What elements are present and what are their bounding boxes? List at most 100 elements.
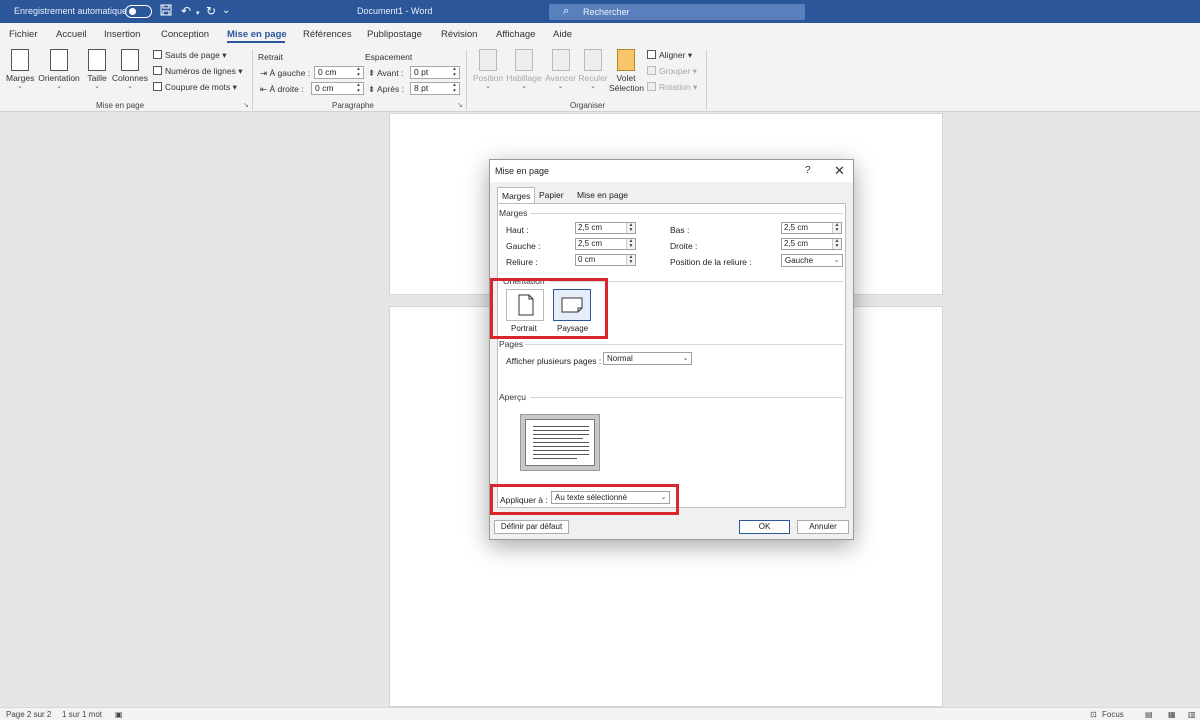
chevron-down-icon: ⌄ — [485, 83, 491, 90]
spinner-arrows-icon[interactable]: ▲ ▼ — [354, 66, 363, 78]
align-icon — [647, 50, 656, 59]
tab-accueil[interactable]: Accueil — [56, 29, 87, 40]
group-label-paragraphe: Paragraphe — [332, 101, 374, 110]
save-icon[interactable] — [160, 4, 172, 19]
avancer-button[interactable]: Avancer ⌄ — [544, 49, 577, 90]
dialog-launcher-icon[interactable]: ↘ — [457, 101, 463, 109]
marges-button[interactable]: Marges ⌄ — [6, 49, 34, 90]
habillage-button[interactable]: Habillage ⌄ — [506, 49, 542, 90]
undo-dropdown-icon[interactable]: ▾ — [196, 7, 200, 21]
chevron-down-icon: ⌄ — [833, 257, 840, 264]
retrait-gauche-text: À gauche : — [269, 68, 311, 78]
chevron-down-icon: ▾ — [238, 66, 243, 76]
spinner-arrows-icon[interactable]: ▲ ▼ — [832, 223, 841, 233]
gauche-input[interactable]: 2,5 cm ▲ ▼ — [575, 238, 636, 250]
dialog-tab-marges[interactable]: Marges — [497, 187, 536, 204]
spinner-arrows-icon[interactable]: ▲ ▼ — [354, 82, 363, 94]
print-layout-icon[interactable]: ▦ — [1168, 710, 1176, 719]
aligner-button[interactable]: Aligner ▾ — [647, 50, 692, 61]
spinner-arrows-icon[interactable]: ▲ ▼ — [626, 223, 635, 233]
page-count[interactable]: Page 2 sur 2 — [6, 710, 51, 719]
tab-conception[interactable]: Conception — [161, 29, 209, 40]
search-box[interactable]: ⌕ Rechercher — [549, 4, 805, 20]
focus-icon[interactable]: ⊡ — [1090, 710, 1097, 719]
spinner-arrows-icon[interactable]: ▲ ▼ — [832, 239, 841, 249]
margins-icon — [11, 49, 29, 71]
section-title-apercu: Aperçu — [499, 392, 526, 402]
tab-fichier[interactable]: Fichier — [9, 29, 38, 40]
autosave-label: Enregistrement automatique — [14, 6, 128, 16]
indent-left-icon: ⇥ — [260, 68, 268, 78]
spinner-arrows-icon[interactable]: ▲ ▼ — [450, 82, 459, 94]
droite-input[interactable]: 2,5 cm ▲ ▼ — [781, 238, 842, 250]
sauts-de-page-button[interactable]: Sauts de page ▾ — [153, 50, 226, 61]
spinner-arrows-icon[interactable]: ▲ ▼ — [626, 255, 635, 265]
section-divider — [530, 397, 843, 398]
retrait-gauche-input[interactable]: 0 cm ▲ ▼ — [314, 66, 364, 79]
dialog-tab-papier[interactable]: Papier — [539, 190, 564, 204]
reliure-input[interactable]: 0 cm ▲ ▼ — [575, 254, 636, 266]
retrait-droite-input[interactable]: 0 cm ▲ ▼ — [311, 82, 364, 95]
chevron-down-icon: ▾ — [692, 66, 697, 76]
haut-value: 2,5 cm — [578, 223, 603, 232]
help-icon[interactable]: ? — [805, 165, 811, 176]
close-icon[interactable]: ✕ — [834, 163, 845, 179]
coupure-de-mots-label: Coupure de mots — [165, 82, 231, 92]
colonnes-button[interactable]: Colonnes ⌄ — [111, 49, 149, 90]
coupure-de-mots-button[interactable]: Coupure de mots ▾ — [153, 82, 237, 93]
definir-par-defaut-button[interactable]: Définir par défaut — [494, 520, 569, 534]
tab-affichage[interactable]: Affichage — [496, 29, 535, 40]
numeros-de-lignes-button[interactable]: Numéros de lignes ▾ — [153, 66, 243, 77]
volet-selection-button[interactable]: Volet Sélection — [609, 49, 644, 93]
chevron-down-icon: ⌄ — [682, 355, 689, 362]
proofing-icon[interactable]: ▣ — [115, 710, 123, 719]
orientation-button[interactable]: Orientation ⌄ — [37, 49, 81, 90]
reculer-button[interactable]: Reculer ⌄ — [578, 49, 608, 90]
spinner-arrows-icon[interactable]: ▲ ▼ — [450, 66, 459, 78]
plusieurs-pages-value: Normal — [607, 354, 633, 363]
retrait-droite-value: 0 cm — [315, 83, 334, 93]
plusieurs-pages-select[interactable]: Normal ⌄ — [603, 352, 692, 365]
tab-references[interactable]: Références — [303, 29, 352, 40]
position-icon — [479, 49, 497, 71]
dialog-launcher-icon[interactable]: ↘ — [243, 101, 249, 109]
espacement-avant-input[interactable]: 0 pt ▲ ▼ — [410, 66, 460, 79]
espacement-apres-value: 8 pt — [414, 83, 429, 93]
annuler-button[interactable]: Annuler — [797, 520, 849, 534]
espacement-label: Espacement — [365, 52, 413, 62]
espacement-apres-input[interactable]: 8 pt ▲ ▼ — [410, 82, 460, 95]
haut-input[interactable]: 2,5 cm ▲ ▼ — [575, 222, 636, 234]
autosave-toggle[interactable] — [125, 5, 152, 18]
tab-insertion[interactable]: Insertion — [104, 29, 140, 40]
tab-revision[interactable]: Révision — [441, 29, 477, 40]
grouper-button[interactable]: Grouper ▾ — [647, 66, 697, 77]
position-button[interactable]: Position ⌄ — [472, 49, 504, 90]
spinner-arrows-icon[interactable]: ▲ ▼ — [626, 239, 635, 249]
rotation-button[interactable]: Rotation ▾ — [647, 82, 697, 93]
bas-value: 2,5 cm — [784, 223, 809, 232]
section-title-pages: Pages — [499, 339, 524, 349]
redo-icon[interactable]: ↻ — [206, 4, 216, 18]
web-layout-icon[interactable]: ▥ — [1188, 710, 1196, 719]
bas-input[interactable]: 2,5 cm ▲ ▼ — [781, 222, 842, 234]
tab-publipostage[interactable]: Publipostage — [367, 29, 422, 40]
chevron-down-icon: ▾ — [232, 82, 237, 92]
preview-text-line — [533, 442, 589, 443]
highlight-appliquer — [490, 484, 679, 515]
taille-button[interactable]: Taille ⌄ — [85, 49, 109, 90]
ok-button[interactable]: OK — [739, 520, 790, 534]
dialog-tab-mise-en-page[interactable]: Mise en page — [577, 190, 628, 204]
word-count[interactable]: 1 sur 1 mot — [62, 710, 102, 719]
tab-mise-en-page[interactable]: Mise en page — [227, 29, 287, 40]
undo-icon[interactable]: ↶ — [181, 4, 191, 18]
tab-aide[interactable]: Aide — [553, 29, 572, 40]
position-reliure-select[interactable]: Gauche ⌄ — [781, 254, 843, 267]
focus-label[interactable]: Focus — [1102, 710, 1124, 719]
gauche-value: 2,5 cm — [578, 239, 603, 248]
columns-icon — [121, 49, 139, 71]
read-mode-icon[interactable]: ▤ — [1145, 710, 1153, 719]
customize-qat-icon[interactable]: ⌄ — [222, 4, 230, 18]
chevron-down-icon: ⌄ — [17, 83, 23, 90]
wrap-text-icon — [515, 49, 533, 71]
espacement-apres-label: ⇟ Après : — [368, 84, 404, 95]
